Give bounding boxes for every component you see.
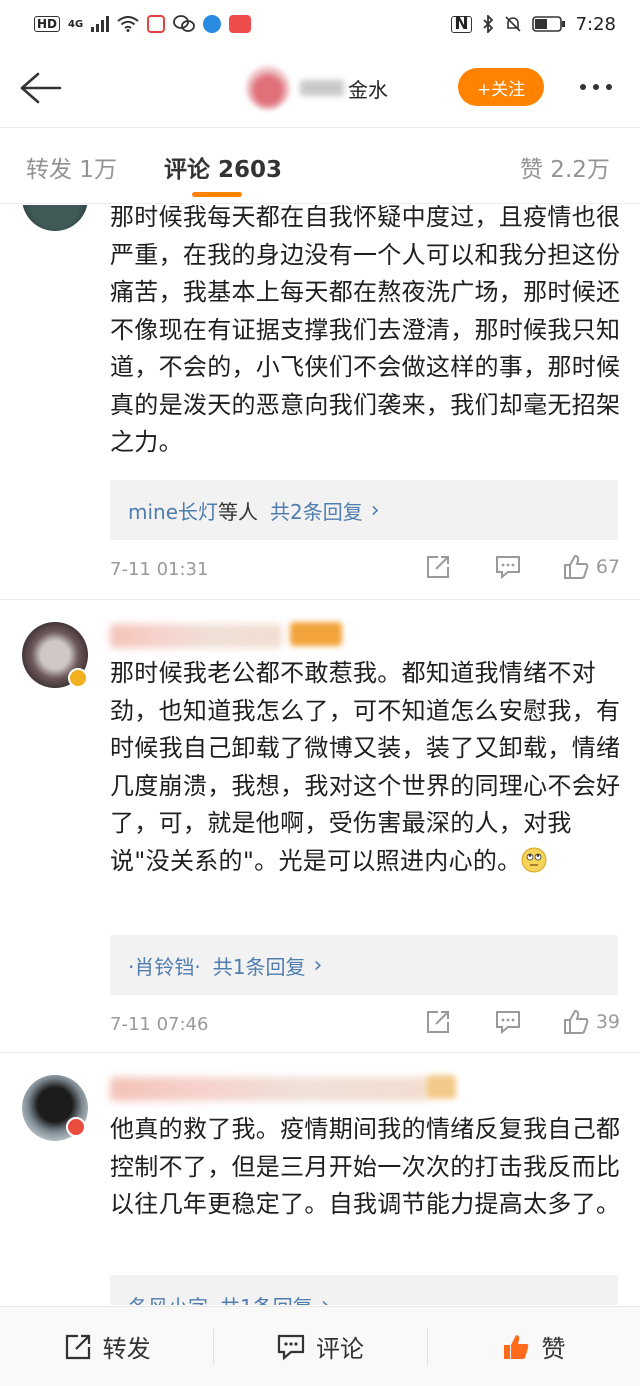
avatar[interactable] [22,205,88,231]
comment-meta: 7-11 01:31 67 [110,553,620,585]
mute-icon [505,16,521,32]
reply-names[interactable]: ·肖铃铛· [128,951,201,980]
comment-label: 评论 [315,1335,364,1363]
status-bar: HD 4G N 7:28 [0,0,640,48]
repost-label: 转发 [102,1335,151,1363]
tab-bar: 转发 1万 评论 2603 赞 2.2万 [0,128,640,204]
comment-list[interactable]: 那时候我每天都在自我怀疑中度过，且疫情也很严重，在我的身边没有一个人可以和我分担… [0,205,640,1305]
comment-item: 那时候我每天都在自我怀疑中度过，且疫情也很严重，在我的身边没有一个人可以和我分担… [0,205,640,600]
rolling-eyes-emoji-icon [521,847,547,872]
wechat-icon [173,15,196,32]
thumbs-up-icon[interactable] [562,553,590,581]
comment-text: 他真的救了我。疫情期间我的情绪反复我自己都控制不了，但是三月开始一次次的打击我反… [110,1115,621,1218]
comment-actions: 67 [424,553,620,581]
comment-button[interactable]: 评论 [213,1307,426,1386]
reply-names[interactable]: mine长灯 [128,496,218,525]
comment-item: 他真的救了我。疫情期间我的情绪反复我自己都控制不了，但是三月开始一次次的打击我反… [0,1053,640,1305]
like-count: 39 [595,1011,620,1033]
comment-item: 那时候我老公都不敢惹我。都知道我情绪不对劲，也知道我怎么了，可不知道怎么安慰我，… [0,600,640,1052]
chevron-right-icon: › [320,1292,330,1306]
bluetooth-icon [482,15,493,33]
comment-text-content: 那时候我老公都不敢惹我。都知道我情绪不对劲，也知道我怎么了，可不知道怎么安慰我，… [110,659,621,875]
reply-preview[interactable]: ·肖铃铛· 共1条回复 › [110,935,618,995]
chevron-right-icon: › [370,497,380,523]
nfc-icon: N [451,15,472,33]
thumbs-up-icon[interactable] [562,1008,590,1036]
like-count: 67 [595,556,620,578]
blurred-name [300,80,344,96]
comment-text: 那时候我老公都不敢惹我。都知道我情绪不对劲，也知道我怎么了，可不知道怎么安慰我，… [110,655,622,880]
reply-count[interactable]: 共1条回复 [220,1291,313,1306]
like-label: 赞 [541,1335,566,1363]
browser-icon [203,15,222,33]
reply-mid: 等人 [218,499,259,524]
arrow-left-icon[interactable] [18,70,62,106]
blurred-username[interactable] [110,624,282,648]
app-icon [229,15,252,33]
app-notification-icon [147,15,166,33]
comment-time: 7-11 07:46 [110,1013,209,1035]
like-button[interactable]: 赞 [426,1307,640,1386]
reply-count[interactable]: 共1条回复 [213,951,306,980]
comment-icon[interactable] [494,553,522,581]
repost-button[interactable]: 转发 [0,1307,213,1386]
nav-username: 金水 [348,77,388,102]
blurred-badge [290,622,342,646]
verified-badge-icon [66,1117,86,1137]
follow-button[interactable]: +关注 [458,68,544,106]
thumbs-up-icon [504,1334,529,1359]
comment-time: 7-11 01:31 [110,558,209,580]
comment-meta: 7-11 07:46 39 [110,1008,620,1040]
reply-names[interactable]: 冬风小字 [128,1291,208,1306]
tab-comments[interactable]: 评论 2603 [164,150,282,184]
verified-badge-icon [68,668,88,688]
top-nav: 金水 +关注 [0,48,640,128]
comment-text: 那时候我每天都在自我怀疑中度过，且疫情也很严重，在我的身边没有一个人可以和我分担… [110,205,621,456]
battery-icon [531,16,565,32]
clock: 7:28 [575,13,616,35]
more-icon[interactable] [580,84,612,90]
share-icon [65,1334,90,1359]
reply-count[interactable]: 共2条回复 [270,496,363,525]
reply-preview[interactable]: 冬风小字 共1条回复 › [110,1275,618,1305]
status-right: N 7:28 [451,14,616,35]
comment-icon [277,1334,305,1360]
nav-user[interactable]: 金水 [246,66,388,110]
blurred-username[interactable] [110,1077,428,1101]
tab-likes[interactable]: 赞 2.2万 [520,150,610,184]
hd-badge: HD [34,16,61,32]
status-left: HD 4G [34,15,252,33]
share-icon[interactable] [424,553,452,581]
reply-preview[interactable]: mine长灯 等人 共2条回复 › [110,480,618,540]
share-icon[interactable] [424,1008,452,1036]
signal-icon [91,16,110,32]
bottom-action-bar: 转发 评论 赞 [0,1306,640,1386]
network-type: 4G [68,18,84,30]
tab-underline [192,192,242,197]
comment-icon[interactable] [494,1008,522,1036]
wifi-icon [117,16,139,32]
tab-repost[interactable]: 转发 1万 [26,150,117,184]
chevron-right-icon: › [313,952,323,978]
comment-actions: 39 [424,1008,620,1036]
blurred-badge [426,1075,456,1099]
avatar[interactable] [246,66,290,110]
